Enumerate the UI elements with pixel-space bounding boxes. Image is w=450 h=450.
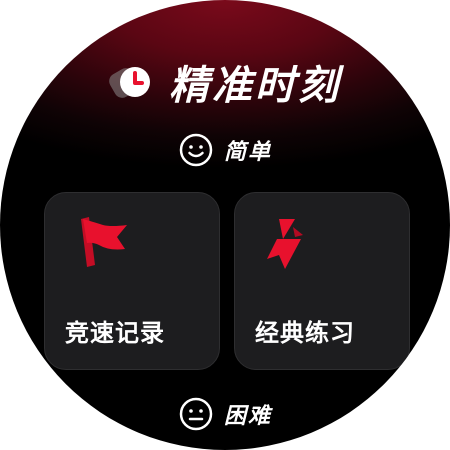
smile-face-icon xyxy=(178,132,214,168)
mode-label-classic-practice: 经典练习 xyxy=(255,319,355,347)
app-title: 精准时刻 xyxy=(169,63,341,109)
difficulty-easy[interactable]: 简单 xyxy=(0,130,450,170)
difficulty-hard[interactable]: 困难 xyxy=(0,394,450,434)
app-header: 精准时刻 xyxy=(0,52,450,112)
flag-icon xyxy=(67,213,131,273)
neutral-face-icon xyxy=(178,396,214,432)
difficulty-easy-label: 简单 xyxy=(223,140,272,165)
lightning-bolt-icon xyxy=(257,213,321,273)
mode-card-classic-practice[interactable]: 经典练习 xyxy=(234,192,410,370)
clock-logo-icon xyxy=(109,60,153,104)
mode-card-race-record[interactable]: 竞速记录 xyxy=(44,192,220,370)
difficulty-hard-label: 困难 xyxy=(223,404,272,429)
mode-label-race-record: 竞速记录 xyxy=(65,319,165,347)
watch-screen: 精准时刻 简单 竞速记录 经典练习 困难 xyxy=(0,0,450,450)
